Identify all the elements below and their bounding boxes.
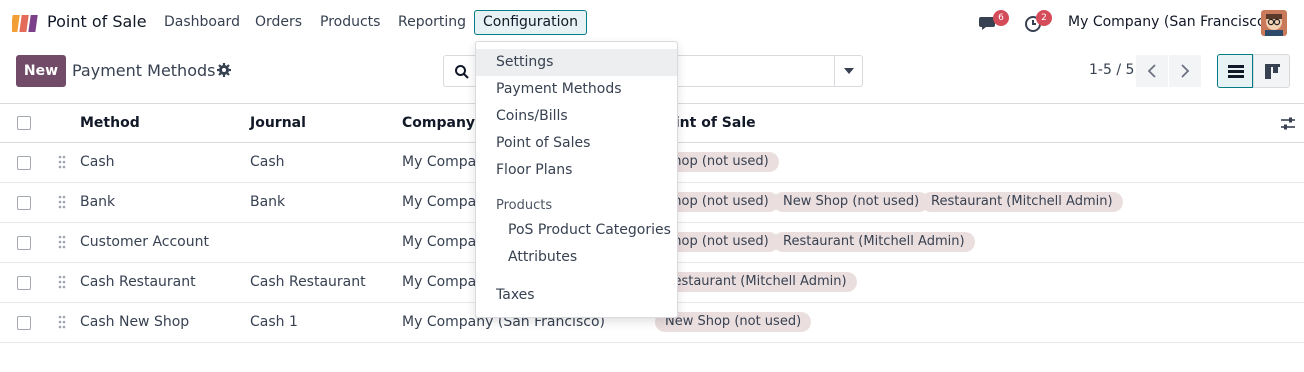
menu-item-pos-product-categories[interactable]: PoS Product Categories xyxy=(476,217,677,244)
cell-journal: Cash 1 xyxy=(250,314,298,330)
cell-journal: Cash xyxy=(250,154,285,170)
messages-badge: 6 xyxy=(993,10,1009,26)
menu-section-products: Products xyxy=(496,198,553,213)
gear-icon[interactable] xyxy=(216,62,232,78)
list-view-icon xyxy=(1228,65,1244,78)
pager-previous-button[interactable] xyxy=(1136,55,1168,87)
optional-columns-icon[interactable] xyxy=(1280,116,1296,132)
top-navbar: Point of Sale Dashboard Orders Products … xyxy=(0,0,1304,46)
row-checkbox[interactable] xyxy=(17,316,31,330)
pager-value[interactable]: 1-5 / 5 xyxy=(1089,62,1134,78)
caret-down-icon xyxy=(844,68,854,74)
menu-item-point-of-sales[interactable]: Point of Sales xyxy=(476,130,677,157)
company-switcher[interactable]: My Company (San Francisco) xyxy=(1068,14,1271,30)
menu-item-settings[interactable]: Settings xyxy=(476,49,677,76)
row-checkbox[interactable] xyxy=(17,276,31,290)
kanban-view-icon xyxy=(1265,64,1280,79)
menu-item-attributes[interactable]: Attributes xyxy=(476,244,677,271)
select-all-checkbox[interactable] xyxy=(17,116,31,130)
list-view-button[interactable] xyxy=(1217,54,1253,88)
menu-configuration[interactable]: Configuration xyxy=(474,10,587,35)
chevron-right-icon xyxy=(1181,64,1190,78)
chevron-left-icon xyxy=(1147,64,1156,78)
cell-method: Customer Account xyxy=(80,234,209,250)
pos-app-icon[interactable] xyxy=(12,13,40,33)
pos-tag: Restaurant (Mitchell Admin) xyxy=(921,192,1123,212)
search-options-toggle[interactable] xyxy=(834,56,862,86)
pos-tag: New Shop (not used) xyxy=(773,192,930,212)
row-checkbox[interactable] xyxy=(17,156,31,170)
drag-handle-icon[interactable] xyxy=(58,275,66,289)
menu-item-coins-bills[interactable]: Coins/Bills xyxy=(476,103,677,130)
drag-handle-icon[interactable] xyxy=(58,235,66,249)
cell-method: Bank xyxy=(80,194,116,210)
pos-tag: Restaurant (Mitchell Admin) xyxy=(655,272,857,292)
menu-item-floor-plans[interactable]: Floor Plans xyxy=(476,157,677,184)
pos-tag: Restaurant (Mitchell Admin) xyxy=(773,232,975,252)
cell-method: Cash Restaurant xyxy=(80,274,196,290)
row-checkbox[interactable] xyxy=(17,196,31,210)
cell-method: Cash New Shop xyxy=(80,314,190,330)
column-header-journal[interactable]: Journal xyxy=(250,115,306,131)
user-avatar[interactable] xyxy=(1261,10,1287,36)
menu-products[interactable]: Products xyxy=(320,14,380,30)
menu-reporting[interactable]: Reporting xyxy=(398,14,466,30)
search-icon xyxy=(455,65,469,79)
menu-item-taxes[interactable]: Taxes xyxy=(476,282,677,309)
app-name[interactable]: Point of Sale xyxy=(47,12,147,31)
menu-orders[interactable]: Orders xyxy=(255,14,302,30)
pager-next-button[interactable] xyxy=(1169,55,1201,87)
cell-journal: Cash Restaurant xyxy=(250,274,366,290)
drag-handle-icon[interactable] xyxy=(58,155,66,169)
page-title: Payment Methods xyxy=(72,61,216,80)
drag-handle-icon[interactable] xyxy=(58,315,66,329)
kanban-view-button[interactable] xyxy=(1253,54,1290,88)
new-button[interactable]: New xyxy=(16,55,66,87)
column-header-company[interactable]: Company xyxy=(402,115,475,131)
configuration-dropdown-menu: Settings Payment Methods Coins/Bills Poi… xyxy=(475,41,678,318)
menu-item-payment-methods[interactable]: Payment Methods xyxy=(476,76,677,103)
cell-journal: Bank xyxy=(250,194,286,210)
row-checkbox[interactable] xyxy=(17,236,31,250)
menu-dashboard[interactable]: Dashboard xyxy=(164,14,240,30)
column-header-method[interactable]: Method xyxy=(80,115,140,131)
activities-badge: 2 xyxy=(1036,10,1052,26)
pos-tag: New Shop (not used) xyxy=(655,312,812,332)
drag-handle-icon[interactable] xyxy=(58,195,66,209)
cell-method: Cash xyxy=(80,154,115,170)
